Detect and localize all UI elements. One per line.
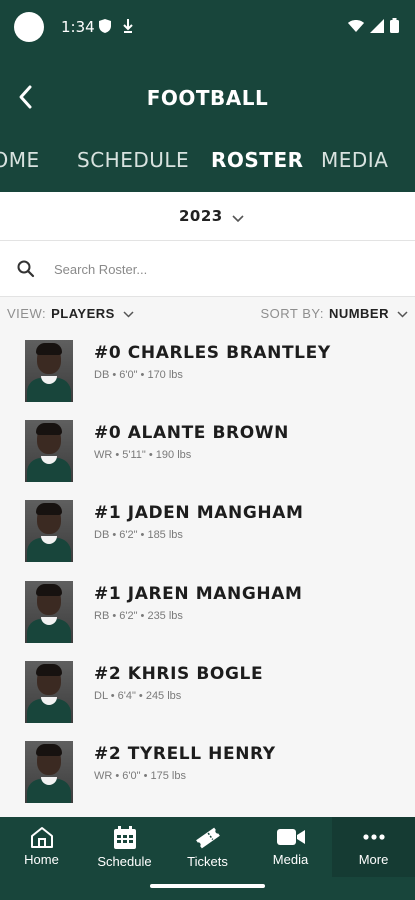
view-label: VIEW:: [7, 306, 47, 321]
battery-icon: [390, 18, 399, 33]
player-row[interactable]: #0 ALANTE BROWN WR • 5'11" • 190 lbs: [0, 411, 415, 491]
search-input[interactable]: [54, 257, 394, 281]
player-photo: [25, 340, 73, 402]
view-value[interactable]: PLAYERS: [51, 306, 115, 321]
player-meta: DB • 6'2" • 185 lbs: [94, 529, 183, 541]
tab-home[interactable]: HOME: [0, 148, 40, 172]
player-photo: [25, 661, 73, 723]
player-name: #2 TYRELL HENRY: [94, 744, 276, 764]
nav-media[interactable]: Media: [249, 817, 332, 877]
player-meta: RB • 6'2" • 235 lbs: [94, 610, 183, 622]
more-dots-icon: [362, 834, 385, 840]
player-name: #1 JAREN MANGHAM: [94, 584, 303, 604]
player-row[interactable]: #0 CHARLES BRANTLEY DB • 6'0" • 170 lbs: [0, 331, 415, 411]
view-filter[interactable]: VIEW: PLAYERS: [7, 306, 134, 321]
calendar-icon: [113, 826, 136, 849]
status-bar: 1:34: [0, 0, 415, 54]
status-icons: [348, 18, 399, 33]
chevron-down-icon[interactable]: [123, 306, 134, 321]
tab-media[interactable]: MEDIA: [321, 148, 388, 172]
nav-schedule[interactable]: Schedule: [83, 817, 166, 877]
shield-icon: [98, 18, 112, 39]
section-tabs: HOME SCHEDULE ROSTER MEDIA: [0, 140, 415, 192]
player-name: #0 ALANTE BROWN: [94, 423, 289, 443]
player-row[interactable]: #2 KHRIS BOGLE DL • 6'4" • 245 lbs: [0, 652, 415, 732]
home-icon: [30, 827, 53, 848]
player-row[interactable]: #2 TYRELL HENRY WR • 6'0" • 175 lbs: [0, 732, 415, 812]
season-year[interactable]: 2023: [179, 207, 223, 225]
sort-value[interactable]: NUMBER: [329, 306, 389, 321]
player-meta: DB • 6'0" • 170 lbs: [94, 369, 183, 381]
video-camera-icon: [276, 829, 305, 845]
player-photo: [25, 581, 73, 643]
player-name: #1 JADEN MANGHAM: [94, 503, 304, 523]
player-photo: [25, 420, 73, 482]
player-photo: [25, 741, 73, 803]
signal-icon: [370, 18, 384, 33]
download-icon: [122, 18, 134, 39]
player-row[interactable]: #1 JAREN MANGHAM RB • 6'2" • 235 lbs: [0, 572, 415, 652]
app-bar: FOOTBALL: [0, 54, 415, 140]
filter-bar: VIEW: PLAYERS SORT BY: NUMBER: [0, 297, 415, 331]
nav-tickets[interactable]: Tickets: [166, 817, 249, 877]
player-meta: WR • 5'11" • 190 lbs: [94, 449, 192, 461]
nav-more-label: More: [358, 852, 389, 867]
search-bar: [0, 241, 415, 297]
gesture-home-bar[interactable]: [150, 884, 265, 888]
player-name: #2 KHRIS BOGLE: [94, 664, 264, 684]
chevron-down-icon[interactable]: [232, 210, 244, 228]
tab-schedule[interactable]: SCHEDULE: [77, 148, 189, 172]
nav-home[interactable]: Home: [0, 817, 83, 877]
player-row[interactable]: #1 JADEN MANGHAM DB • 6'2" • 185 lbs: [0, 491, 415, 571]
player-name: #0 CHARLES BRANTLEY: [94, 343, 331, 363]
camera-cutout: [14, 12, 44, 42]
roster-list: VIEW: PLAYERS SORT BY: NUMBER #0 CHARLES…: [0, 297, 415, 817]
season-selector[interactable]: 2023: [0, 192, 415, 241]
player-meta: DL • 6'4" • 245 lbs: [94, 690, 182, 702]
search-icon: [16, 259, 36, 284]
chevron-down-icon[interactable]: [397, 306, 408, 321]
page-title: FOOTBALL: [146, 86, 269, 110]
status-time: 1:34: [61, 18, 95, 36]
sort-label: SORT BY:: [260, 306, 324, 321]
nav-more[interactable]: More: [332, 817, 415, 877]
nav-media-label: Media: [272, 852, 309, 867]
wifi-icon: [348, 19, 364, 32]
ticket-icon: [195, 827, 220, 849]
nav-schedule-label: Schedule: [97, 854, 152, 869]
nav-tickets-label: Tickets: [187, 854, 228, 869]
nav-home-label: Home: [24, 852, 59, 867]
player-meta: WR • 6'0" • 175 lbs: [94, 770, 186, 782]
tab-roster[interactable]: ROSTER: [211, 148, 304, 172]
sort-filter[interactable]: SORT BY: NUMBER: [260, 306, 408, 321]
player-photo: [25, 500, 73, 562]
